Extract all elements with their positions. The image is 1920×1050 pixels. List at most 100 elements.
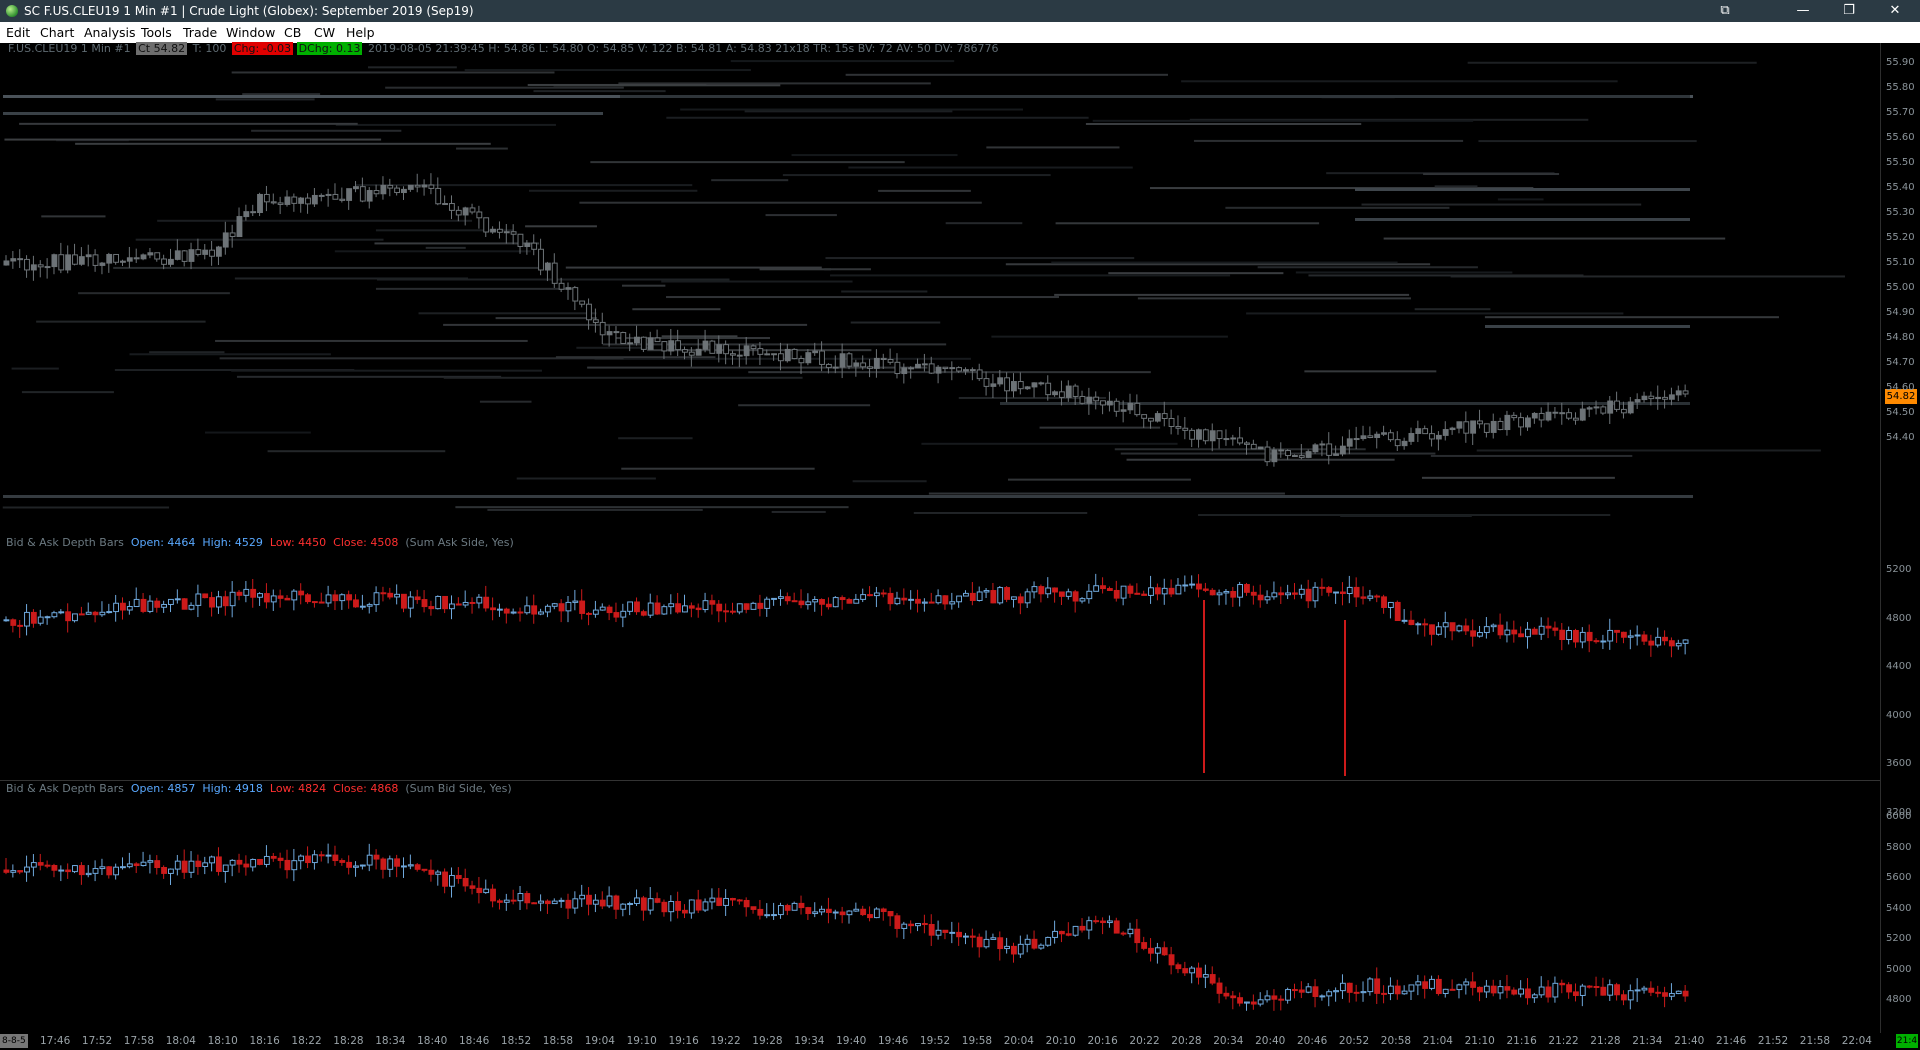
ask-depth-candle-body <box>1538 625 1545 635</box>
ask-depth-candle-body <box>154 600 161 608</box>
price-candle-body <box>10 258 17 262</box>
price-candle-body <box>1387 432 1394 441</box>
depth-heat-line <box>78 292 230 295</box>
bid-depth-candle-body <box>1449 988 1456 991</box>
bid-depth-candle-body <box>524 893 531 904</box>
bid-depth-candle-body <box>860 908 867 916</box>
ask-depth-candle-body <box>263 593 270 603</box>
bid-depth-candle-body <box>99 866 106 870</box>
ask-depth-candle-body <box>120 602 126 611</box>
bid-depth-candle-body <box>1641 987 1648 991</box>
ask-depth-candle-body <box>1435 626 1442 635</box>
ask-depth-candle-body <box>215 596 222 608</box>
ask-depth-candle-body <box>318 601 325 604</box>
price-candle-body <box>174 250 181 260</box>
ask-depth-candle-body <box>1209 589 1216 596</box>
time-label: 20:46 <box>1297 1035 1328 1047</box>
study2-axis[interactable]: 6000 5800 5600 5400 5200 5000 4800 <box>1880 0 1920 1050</box>
ask-depth-candle-body <box>30 611 37 624</box>
bid-depth-candle-body <box>647 898 654 911</box>
ask-depth-candle-body <box>188 604 195 610</box>
ask-depth-candle-body <box>531 605 538 615</box>
ask-depth-candle-body <box>647 602 654 616</box>
time-label: 20:10 <box>1045 1035 1076 1047</box>
ask-depth-candle-body <box>949 601 956 605</box>
bid-depth-candle-body <box>106 866 113 876</box>
bid-depth-candle-body <box>332 854 339 862</box>
bid-depth-candle-body <box>229 859 236 866</box>
depth-heat-line <box>738 404 871 407</box>
price-candle-body <box>894 361 901 375</box>
price-candle-body <box>1298 455 1305 458</box>
price-candle-body <box>1045 382 1052 396</box>
bid-depth-candle-body <box>339 860 346 863</box>
ask-depth-candle-body <box>750 602 757 610</box>
bid-depth-candle-body <box>1497 986 1504 994</box>
price-candle-body <box>455 209 462 216</box>
chart-canvas[interactable] <box>0 0 1920 1050</box>
ask-depth-candle-body <box>1120 585 1127 599</box>
ask-depth-candle-body <box>65 611 72 622</box>
price-candle-body <box>1093 396 1100 402</box>
bid-depth-candle-body <box>682 909 688 914</box>
price-candle-body <box>72 254 78 265</box>
axis-label: 5200 <box>1886 933 1912 944</box>
bid-depth-candle-body <box>1367 978 1374 993</box>
depth-heat-line <box>579 201 982 204</box>
ask-depth-candle-body <box>1264 596 1271 601</box>
price-candle-body <box>1401 440 1408 447</box>
price-candle-body <box>277 202 284 205</box>
depth-heat-line <box>765 214 837 217</box>
price-candle-body <box>202 249 209 255</box>
price-candle-body <box>1607 400 1614 414</box>
ask-depth-candle-body <box>1319 586 1326 589</box>
price-candle-body <box>3 260 10 266</box>
ask-depth-candle-body <box>805 601 812 606</box>
ask-depth-candle-body <box>243 588 250 596</box>
price-candle-body <box>167 258 174 265</box>
bid-depth-candle-body <box>688 899 695 914</box>
time-label: 20:34 <box>1213 1035 1244 1047</box>
bid-depth-candle-body <box>976 936 983 948</box>
bid-depth-candle-body <box>928 923 935 936</box>
depth-heat-line <box>1478 140 1697 143</box>
bid-depth-candle-body <box>1429 978 1435 989</box>
ask-depth-candle-body <box>401 593 407 609</box>
study1-close: Close: 4508 <box>333 536 399 549</box>
ask-depth-candle-body <box>1600 640 1607 643</box>
time-axis[interactable]: 17:46 17:52 17:58 18:04 18:10 18:16 18:22 18:28… <box>0 1033 1920 1050</box>
depth-heat-line <box>215 339 528 342</box>
price-candle-body <box>524 242 531 247</box>
ask-depth-candle-body <box>407 596 414 609</box>
ask-depth-candle-body <box>1442 622 1449 628</box>
depth-heat-line <box>533 90 666 93</box>
ask-depth-candle-body <box>976 591 983 601</box>
ask-depth-candle-body <box>1230 591 1237 598</box>
bid-depth-candle-body <box>387 858 394 870</box>
depth-heat-line <box>528 189 698 192</box>
time-label: 19:10 <box>626 1035 657 1047</box>
ask-depth-candle-body <box>1182 584 1189 587</box>
ask-depth-candle-body <box>140 598 147 612</box>
bid-depth-candle-body <box>551 900 558 905</box>
bid-depth-candle-body <box>1518 988 1525 995</box>
price-candle-body <box>908 367 915 370</box>
depth-heat-line <box>1340 515 1472 518</box>
price-candle-body <box>551 262 558 284</box>
bid-depth-candle-body <box>236 859 243 865</box>
price-candle-body <box>236 216 243 238</box>
pane-separator-2[interactable] <box>0 780 1880 781</box>
study2-params: (Sum Bid Side, Yes) <box>405 782 512 795</box>
bid-depth-candle-body <box>140 861 147 867</box>
price-candle-body <box>496 228 503 233</box>
time-label: 21:04 <box>1422 1035 1453 1047</box>
ask-depth-candle-body <box>428 606 435 610</box>
price-candle-body <box>291 196 298 204</box>
depth-heat-line <box>251 129 402 132</box>
depth-heat-line <box>487 508 703 511</box>
depth-heat-line <box>525 225 597 228</box>
price-candle-body <box>1346 438 1353 447</box>
bid-depth-candle-body <box>1525 988 1531 999</box>
price-candle-body <box>462 207 469 216</box>
time-label: 21:52 <box>1757 1035 1789 1047</box>
